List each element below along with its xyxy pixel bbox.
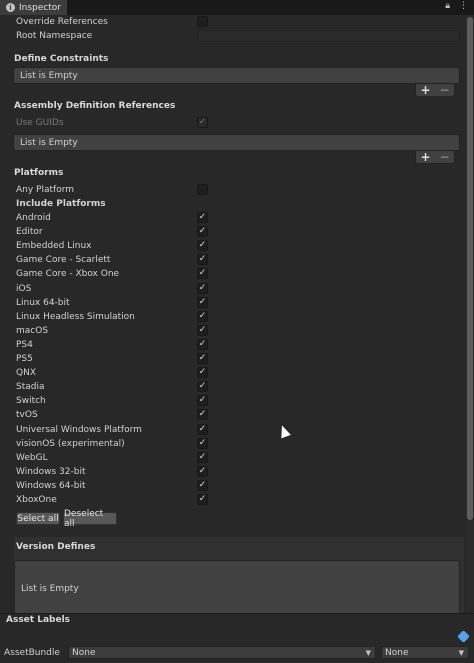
platform-checkbox[interactable]: ✓ — [197, 324, 208, 336]
platform-checkbox[interactable]: ✓ — [197, 310, 208, 322]
platform-label: visionOS (experimental) — [16, 438, 125, 449]
include-platforms-label: Include Platforms — [16, 199, 106, 209]
chevron-down-icon: ▼ — [458, 649, 464, 657]
platform-checkbox[interactable]: ✓ — [197, 254, 208, 266]
platform-label: XboxOne — [16, 495, 57, 505]
platforms-header: Platforms — [14, 168, 64, 178]
use-guids-label: Use GUIDs — [16, 118, 64, 128]
lock-icon[interactable]: 🔒︎ — [445, 1, 450, 11]
platform-label: tvOS — [16, 410, 38, 421]
define-constraints-empty-text: List is Empty — [20, 70, 78, 81]
add-constraint-button[interactable]: + — [420, 84, 430, 96]
platform-checkbox[interactable]: ✓ — [197, 451, 208, 463]
define-constraints-controls: + − — [415, 84, 455, 97]
platform-label: PS4 — [16, 339, 33, 350]
any-platform-label: Any Platform — [16, 185, 75, 195]
chevron-down-icon: ▼ — [365, 649, 371, 657]
define-constraints-header: Define Constraints — [14, 54, 109, 64]
tab-inspector[interactable]: i Inspector — [0, 0, 68, 15]
platform-label: Game Core - Xbox One — [16, 269, 120, 280]
platform-label: Game Core - Scarlett — [16, 255, 111, 266]
platform-label: Windows 64-bit — [16, 480, 86, 491]
tab-inspector-label: Inspector — [19, 2, 61, 13]
assetbundle-variant-value: None — [385, 647, 409, 658]
platform-checkbox[interactable]: ✓ — [197, 381, 208, 393]
platform-label: Universal Windows Platform — [16, 424, 142, 435]
version-defines-list: List is Empty — [14, 560, 460, 613]
platform-label: Embedded Linux — [16, 241, 92, 252]
use-guids-checkbox: ✓ — [197, 117, 208, 128]
platform-label: Stadia — [16, 382, 45, 393]
platform-label: QNX — [16, 368, 36, 379]
version-defines-empty-text: List is Empty — [21, 584, 79, 594]
override-references-checkbox[interactable] — [197, 16, 208, 27]
asset-labels-header: Asset Labels — [6, 615, 71, 625]
platform-checkbox[interactable]: ✓ — [197, 212, 208, 223]
inspector-content: Override References Root Namespace Defin… — [0, 15, 466, 613]
platform-label: Linux Headless Simulation — [16, 311, 135, 322]
mouse-cursor-icon — [277, 423, 291, 439]
deselect-all-button[interactable]: Deselect all — [63, 509, 117, 529]
assetbundle-value: None — [72, 647, 96, 658]
platform-checkbox[interactable]: ✓ — [197, 268, 208, 280]
platform-checkbox[interactable]: ✓ — [197, 282, 208, 294]
platform-checkbox[interactable]: ✓ — [197, 479, 208, 491]
platform-label: Windows 32-bit — [16, 466, 86, 477]
platform-label: Android — [16, 213, 51, 223]
remove-constraint-button[interactable]: − — [439, 84, 449, 96]
root-namespace-label: Root Namespace — [16, 31, 93, 41]
assembly-references-header: Assembly Definition References — [14, 101, 176, 111]
platform-checkbox[interactable]: ✓ — [197, 395, 208, 407]
platform-checkbox[interactable]: ✓ — [197, 409, 208, 421]
platform-checkbox[interactable]: ✓ — [197, 353, 208, 364]
kebab-menu-icon[interactable]: ⋮ — [459, 1, 468, 11]
platform-checkbox[interactable]: ✓ — [197, 296, 208, 308]
remove-reference-button[interactable]: − — [439, 151, 449, 163]
platform-checkbox[interactable]: ✓ — [197, 437, 208, 449]
scrollbar-thumb[interactable] — [467, 17, 473, 520]
platform-label: Switch — [16, 396, 46, 407]
platform-label: Editor — [16, 227, 43, 238]
add-reference-button[interactable]: + — [420, 151, 430, 163]
tab-tools: 🔒︎ ⋮ — [445, 1, 468, 11]
any-platform-checkbox[interactable] — [197, 184, 208, 195]
assetbundle-label: AssetBundle — [4, 648, 60, 658]
platform-label: Linux 64-bit — [16, 297, 70, 308]
asset-labels-section: Asset Labels AssetBundle None ▼ None ▼ — [0, 613, 474, 663]
inspector-scrollbar[interactable] — [466, 15, 474, 613]
assembly-references-controls: + − — [415, 151, 455, 164]
assembly-references-list: List is Empty — [13, 134, 460, 151]
platform-checkbox[interactable]: ✓ — [197, 367, 208, 379]
platform-label: macOS — [16, 325, 49, 336]
tag-icon[interactable] — [457, 630, 470, 643]
platform-label: WebGL — [16, 452, 48, 463]
root-namespace-field[interactable] — [197, 30, 460, 42]
version-defines-header: Version Defines — [16, 542, 96, 552]
platform-checkbox[interactable]: ✓ — [197, 226, 208, 238]
override-references-label: Override References — [16, 17, 108, 27]
version-defines-panel: Version Defines List is Empty — [14, 537, 464, 613]
platform-checkbox[interactable]: ✓ — [197, 494, 208, 505]
platform-label: iOS — [16, 283, 32, 294]
define-constraints-list: List is Empty — [13, 67, 460, 84]
assetbundle-variant-dropdown[interactable]: None ▼ — [381, 646, 469, 659]
assetbundle-dropdown[interactable]: None ▼ — [68, 646, 376, 659]
platform-checkbox[interactable]: ✓ — [197, 465, 208, 477]
platform-checkbox[interactable]: ✓ — [197, 338, 208, 350]
info-icon: i — [6, 3, 15, 12]
platform-checkbox[interactable]: ✓ — [197, 423, 208, 435]
assembly-references-empty-text: List is Empty — [20, 137, 78, 148]
platform-checkbox[interactable]: ✓ — [197, 240, 208, 252]
select-all-button[interactable]: Select all — [16, 512, 60, 525]
platform-label: PS5 — [16, 354, 33, 364]
inspector-tab-bar: i Inspector 🔒︎ ⋮ — [0, 0, 474, 15]
